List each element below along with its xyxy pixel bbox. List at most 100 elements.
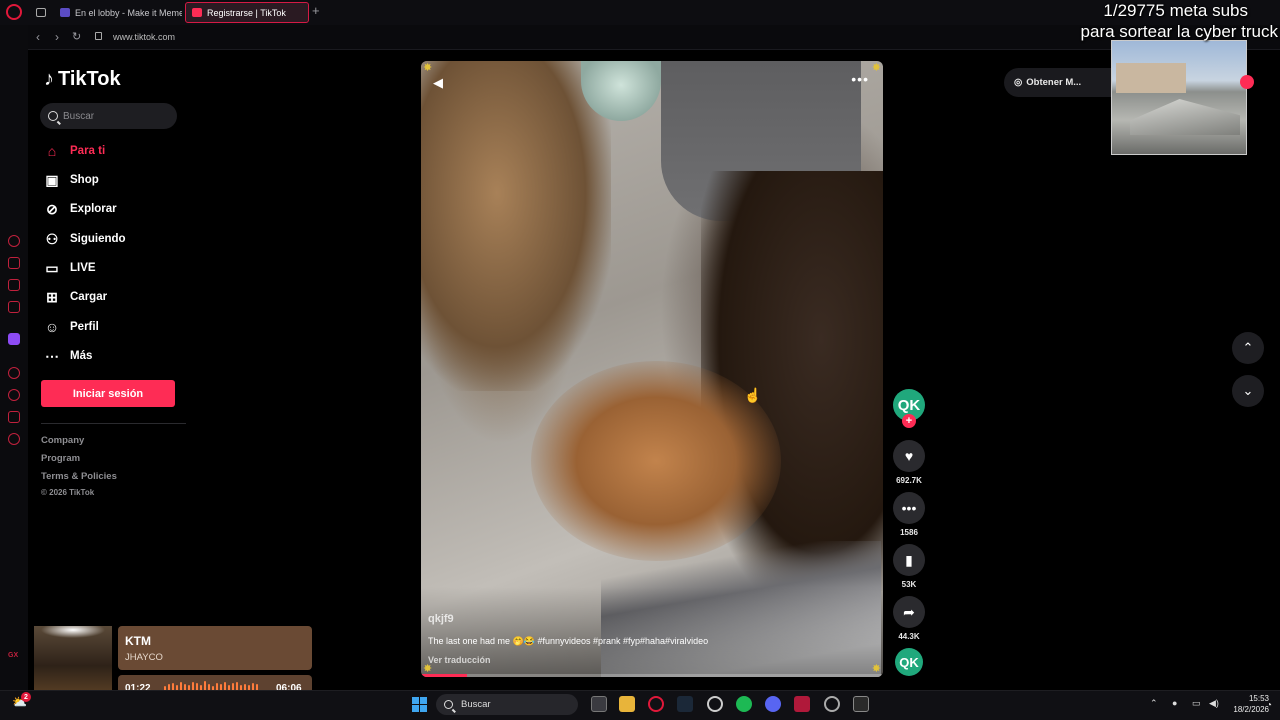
- comment-button[interactable]: •••: [893, 492, 925, 524]
- gx-label: GX: [8, 652, 19, 659]
- reload-icon[interactable]: ↻: [72, 30, 81, 43]
- video-player[interactable]: ✸ ✸ ✸ ✸ ◀ ••• qkjf9 The last one had me …: [421, 61, 883, 677]
- search-icon: [444, 700, 453, 709]
- follow-plus-button[interactable]: +: [902, 414, 916, 428]
- forward-arrow-icon[interactable]: ›: [55, 30, 59, 44]
- save-count: 53K: [901, 580, 917, 589]
- obs-icon[interactable]: [824, 696, 840, 712]
- network-icon[interactable]: ▭: [1192, 698, 1201, 709]
- sparkle-icon: ✸: [423, 62, 433, 74]
- sidebar-twitch-icon[interactable]: [8, 333, 20, 345]
- profile-icon: ☺: [44, 319, 60, 335]
- url-field[interactable]: www.tiktok.com: [113, 32, 175, 42]
- new-tab-button[interactable]: +: [312, 3, 320, 18]
- notification-bell-icon[interactable]: ◔: [1266, 700, 1272, 711]
- heart-icon: ♥: [904, 448, 914, 464]
- footer-link-terms[interactable]: Terms & Policies: [41, 471, 117, 482]
- sidebar-messenger-icon[interactable]: [8, 279, 20, 291]
- footer-link-company[interactable]: Company: [41, 435, 84, 446]
- footer-link-program[interactable]: Program: [41, 453, 80, 464]
- nav-item-explorar[interactable]: ⊘ Explorar: [44, 198, 117, 220]
- next-video-button[interactable]: ⌄: [1232, 375, 1264, 407]
- weather-badge: 2: [21, 692, 31, 702]
- video-progress-bar[interactable]: [421, 674, 883, 677]
- upload-icon: ⊞: [46, 288, 58, 305]
- search-icon: [48, 111, 58, 121]
- tab-label: Registrarse | TikTok: [207, 7, 286, 18]
- workspaces-tab[interactable]: [30, 2, 52, 23]
- home-icon: ⌂: [47, 143, 57, 159]
- search-input[interactable]: Buscar: [40, 103, 177, 129]
- tray-overflow-icon[interactable]: ⌃: [1150, 698, 1158, 709]
- overlay-subs-counter: 1/29775 meta subs: [1103, 1, 1248, 20]
- volume-tray-icon[interactable]: ◀): [1209, 698, 1219, 709]
- task-view-icon[interactable]: [591, 696, 607, 712]
- sidebar-instagram-icon[interactable]: [8, 301, 20, 313]
- video-caption: The last one had me 🤭😂 #funnyvideos #pra…: [428, 636, 709, 646]
- sparkle-icon: ✸: [871, 62, 881, 74]
- like-button[interactable]: ♥: [893, 440, 925, 472]
- sidebar-history-icon[interactable]: [8, 389, 20, 401]
- sidebar-extensions-icon[interactable]: [8, 411, 20, 423]
- steam-icon[interactable]: [677, 696, 693, 712]
- spotify-icon[interactable]: [736, 696, 752, 712]
- taskbar-search-input[interactable]: Buscar: [436, 694, 578, 715]
- epic-games-icon[interactable]: [853, 696, 869, 712]
- overlay-giveaway-text: para sortear la cyber truck: [1080, 22, 1278, 41]
- truck-shape: [1130, 99, 1240, 135]
- building-shape: [1116, 63, 1186, 93]
- live-tv-icon: ▭: [45, 259, 59, 276]
- opera-gx-taskbar-icon[interactable]: [648, 696, 664, 712]
- login-button[interactable]: Iniciar sesión: [41, 380, 175, 407]
- share-button[interactable]: ➦: [893, 596, 925, 628]
- more-dots-icon: ⋯: [45, 347, 59, 364]
- comment-icon: •••: [901, 500, 917, 516]
- file-explorer-icon[interactable]: [619, 696, 635, 712]
- settings-gear-icon[interactable]: [707, 696, 723, 712]
- video-author[interactable]: qkjf9: [428, 613, 454, 625]
- nav-item-mas[interactable]: ⋯ Más: [44, 345, 92, 367]
- more-options-icon[interactable]: •••: [851, 71, 869, 87]
- discord-icon[interactable]: [765, 696, 781, 712]
- windows-start-icon[interactable]: [412, 697, 427, 712]
- nav-item-cargar[interactable]: ⊞ Cargar: [44, 286, 107, 308]
- like-count: 692.7K: [896, 476, 922, 485]
- microphone-icon[interactable]: ●: [1172, 698, 1177, 708]
- nav-item-shop[interactable]: ▣ Shop: [44, 169, 98, 191]
- windows-taskbar: [0, 690, 1280, 720]
- volume-icon[interactable]: ◀: [433, 75, 443, 91]
- video-progress-fill: [421, 674, 468, 677]
- tiktok-logo[interactable]: ♪ TikTok: [44, 68, 121, 91]
- music-info-card: [118, 626, 312, 670]
- mim-favicon-icon: [60, 8, 70, 17]
- track-artist: JHAYCO: [125, 652, 163, 663]
- notification-dot: [1240, 75, 1254, 89]
- back-arrow-icon[interactable]: ‹: [36, 30, 40, 44]
- sidebar-aria-icon[interactable]: [8, 235, 20, 247]
- sidebar-player-icon[interactable]: [8, 367, 20, 379]
- workspaces-icon: [36, 8, 46, 17]
- sidebar-settings-icon[interactable]: [8, 433, 20, 445]
- tab-label: En el lobby - Make it Meme: [75, 7, 182, 18]
- video-frame-dog: [421, 61, 611, 391]
- save-button[interactable]: ▮: [893, 544, 925, 576]
- taskbar-clock[interactable]: 15:53 18/2/2026: [1229, 693, 1269, 715]
- tiktok-note-icon: ♪: [44, 68, 54, 90]
- comment-count: 1586: [900, 528, 918, 537]
- tab-tiktok[interactable]: Registrarse | TikTok: [185, 2, 309, 23]
- nav-item-perfil[interactable]: ☺ Perfil: [44, 316, 99, 338]
- sound-avatar[interactable]: QK: [895, 648, 923, 676]
- tab-make-it-meme[interactable]: En el lobby - Make it Meme: [54, 2, 182, 23]
- nav-item-live[interactable]: ▭ LIVE: [44, 257, 95, 279]
- chevron-down-icon: ⌄: [1242, 383, 1254, 398]
- lock-icon: [95, 32, 102, 40]
- sidebar-bag-icon[interactable]: [8, 257, 20, 269]
- opera-logo-icon[interactable]: [6, 4, 22, 20]
- see-translation-link[interactable]: Ver traducción: [428, 655, 491, 665]
- nav-item-para-ti[interactable]: ⌂ Para ti: [44, 140, 105, 162]
- nav-item-siguiendo[interactable]: ⚇ Siguiendo: [44, 228, 126, 250]
- previous-video-button[interactable]: ⌃: [1232, 332, 1264, 364]
- share-count: 44.3K: [898, 632, 920, 641]
- adobe-icon[interactable]: [794, 696, 810, 712]
- shopping-bag-icon: ▣: [45, 171, 59, 188]
